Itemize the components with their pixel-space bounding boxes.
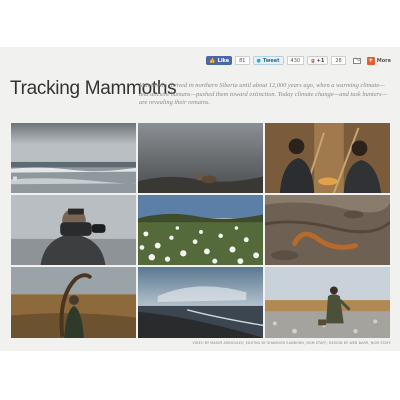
like-label: Like: [217, 57, 230, 64]
photo-tile-binoculars[interactable]: [10, 194, 137, 266]
photo-tile-sea[interactable]: [10, 122, 137, 194]
credits-line: VIDEO BY MAXIM ARBUGAEV; EDITING BY SHAN…: [192, 341, 391, 345]
plus-icon: +: [366, 56, 375, 65]
like-button[interactable]: 👍 Like: [206, 56, 233, 65]
photo-cottongrass: [138, 195, 263, 265]
more-button[interactable]: + More: [364, 56, 394, 65]
tweet-button[interactable]: ● Tweet: [252, 56, 284, 65]
google-plus-button[interactable]: g +1: [307, 56, 329, 65]
email-icon[interactable]: [352, 57, 361, 64]
photo-tile-tusk-mud[interactable]: [264, 194, 391, 266]
photo-beach-walker: [265, 267, 390, 338]
gplus-label: +1: [316, 57, 325, 64]
photo-coast: [138, 267, 263, 338]
like-count: 81: [235, 56, 250, 65]
photo-tile-mist[interactable]: [137, 122, 264, 194]
photo-tile-coast[interactable]: [137, 266, 264, 339]
gplus-count: 28: [331, 56, 346, 65]
twitter-bird-icon: ●: [256, 57, 261, 64]
tweet-label: Tweet: [262, 57, 280, 64]
share-bar: 👍 Like 81 ● Tweet 430 g +1 28 + More: [206, 55, 394, 66]
intro-text: Mammoths thrived in northern Siberia unt…: [139, 82, 388, 107]
more-label: More: [376, 57, 391, 64]
photo-binoculars: [11, 195, 136, 265]
photo-grid: [10, 122, 391, 339]
facebook-like-icon: 👍: [209, 57, 216, 64]
google-plus-icon: g: [311, 57, 315, 64]
photo-sea: [11, 123, 136, 193]
photo-tusk-mud: [265, 195, 390, 265]
photo-campfire: [265, 123, 390, 193]
photo-tile-cottongrass[interactable]: [137, 194, 264, 266]
photo-tile-beach-walker[interactable]: [264, 266, 391, 339]
tweet-count: 430: [286, 56, 305, 65]
photo-tile-tusk-hunter[interactable]: [10, 266, 137, 339]
photo-tile-campfire[interactable]: [264, 122, 391, 194]
photo-mist: [138, 123, 263, 193]
photo-tusk-hunter: [11, 267, 136, 338]
